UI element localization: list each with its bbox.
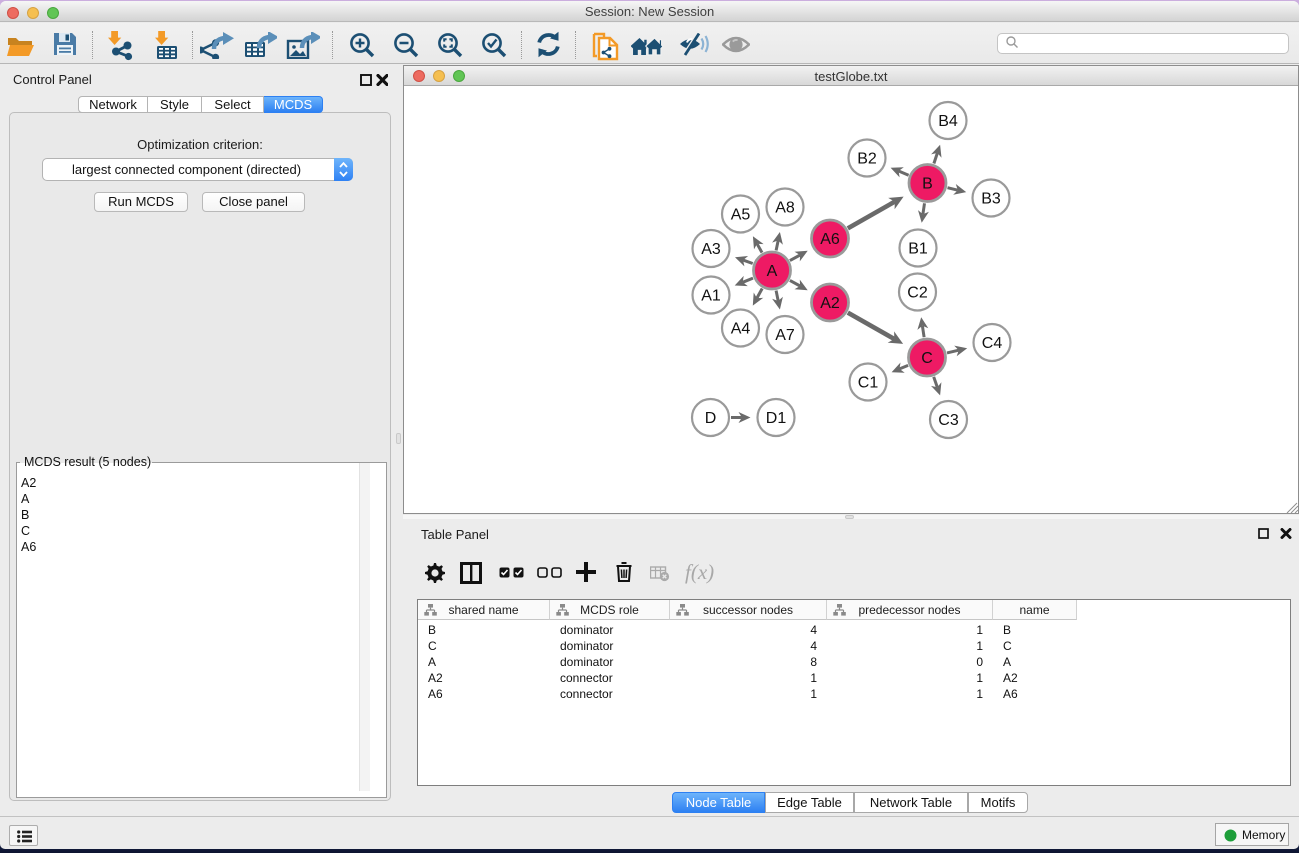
svg-text:A: A	[767, 263, 778, 280]
svg-text:B1: B1	[908, 241, 928, 258]
svg-text:C: C	[921, 350, 933, 367]
svg-text:A3: A3	[701, 241, 721, 258]
svg-text:A1: A1	[701, 288, 721, 305]
svg-text:A7: A7	[775, 327, 795, 344]
svg-text:D: D	[705, 410, 717, 427]
svg-text:A5: A5	[731, 207, 751, 224]
svg-text:A6: A6	[820, 231, 840, 248]
svg-text:A4: A4	[731, 321, 751, 338]
svg-text:B4: B4	[938, 113, 958, 130]
svg-text:B3: B3	[981, 191, 1001, 208]
svg-text:C2: C2	[907, 285, 928, 302]
svg-text:C3: C3	[938, 412, 959, 429]
svg-text:B: B	[922, 176, 933, 193]
svg-text:A2: A2	[820, 295, 840, 312]
svg-text:C4: C4	[982, 335, 1003, 352]
svg-text:B2: B2	[857, 151, 877, 168]
svg-text:C1: C1	[858, 375, 879, 392]
svg-text:D1: D1	[766, 410, 787, 427]
svg-text:A8: A8	[775, 200, 795, 217]
